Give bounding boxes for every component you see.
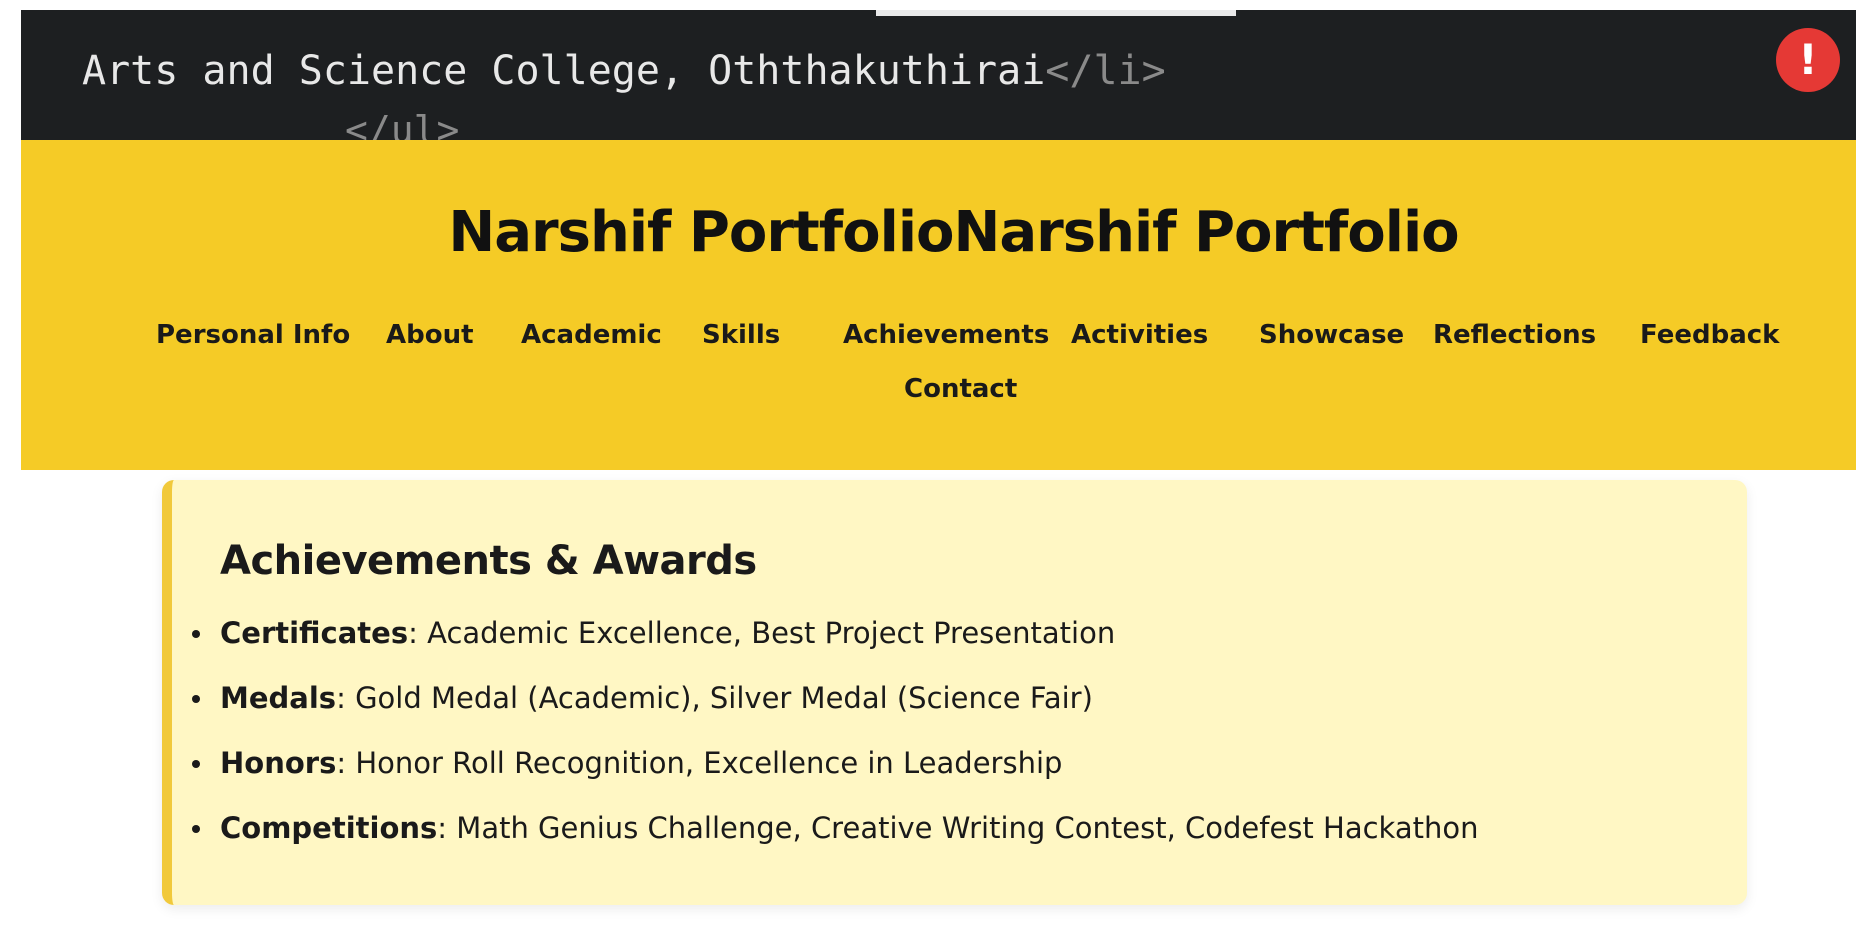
award-colon: : [408, 616, 428, 650]
section-title: Achievements & Awards [220, 538, 757, 584]
code-tag: </li> [1045, 48, 1166, 94]
award-label: Medals [220, 681, 337, 715]
award-label: Competitions [220, 811, 438, 845]
nav-link-academic[interactable]: Academic [521, 320, 662, 350]
list-item: Certificates: Academic Excellence, Best … [190, 615, 1478, 680]
award-list: Certificates: Academic Excellence, Best … [190, 615, 1478, 875]
award-value: Academic Excellence, Best Project Presen… [427, 616, 1116, 650]
list-item: Medals: Gold Medal (Academic), Silver Me… [190, 680, 1478, 745]
list-item: Honors: Honor Roll Recognition, Excellen… [190, 745, 1478, 810]
award-label: Certificates [220, 616, 409, 650]
award-value: Math Genius Challenge, Creative Writing … [456, 811, 1479, 845]
nav-link-contact[interactable]: Contact [904, 374, 1017, 404]
award-value: Gold Medal (Academic), Silver Medal (Sci… [355, 681, 1093, 715]
code-text: Arts and Science College, Oththakuthirai [82, 48, 1046, 94]
award-value: Honor Roll Recognition, Excellence in Le… [355, 746, 1063, 780]
page: Arts and Science College, Oththakuthirai… [0, 0, 1856, 933]
nav-link-personal-info[interactable]: Personal Info [156, 320, 350, 350]
error-icon[interactable]: ! [1776, 28, 1840, 92]
achievements-card: Achievements & Awards Certificates: Acad… [162, 480, 1747, 905]
site-header: Narshif PortfolioNarshif Portfolio Perso… [21, 140, 1856, 470]
code-line: </ul> [345, 108, 459, 140]
nav-row: Personal Info About Academic Skills Achi… [21, 320, 1856, 360]
nav-link-reflections[interactable]: Reflections [1433, 320, 1596, 350]
code-line: Arts and Science College, Oththakuthirai… [82, 48, 1166, 94]
nav-row: Contact [21, 374, 1856, 414]
site-title: Narshif PortfolioNarshif Portfolio [448, 200, 1459, 265]
code-preview: Arts and Science College, Oththakuthirai… [21, 10, 1856, 140]
nav-link-activities[interactable]: Activities [1071, 320, 1208, 350]
nav-link-showcase[interactable]: Showcase [1259, 320, 1404, 350]
list-item: Competitions: Math Genius Challenge, Cre… [190, 810, 1478, 875]
award-colon: : [336, 681, 356, 715]
award-label: Honors [220, 746, 337, 780]
nav-link-skills[interactable]: Skills [702, 320, 780, 350]
code-tag: </ul> [345, 108, 460, 140]
nav-link-feedback[interactable]: Feedback [1640, 320, 1779, 350]
nav-link-achievements[interactable]: Achievements [843, 320, 1049, 350]
award-colon: : [437, 811, 457, 845]
award-colon: : [336, 746, 356, 780]
nav-link-about[interactable]: About [386, 320, 474, 350]
